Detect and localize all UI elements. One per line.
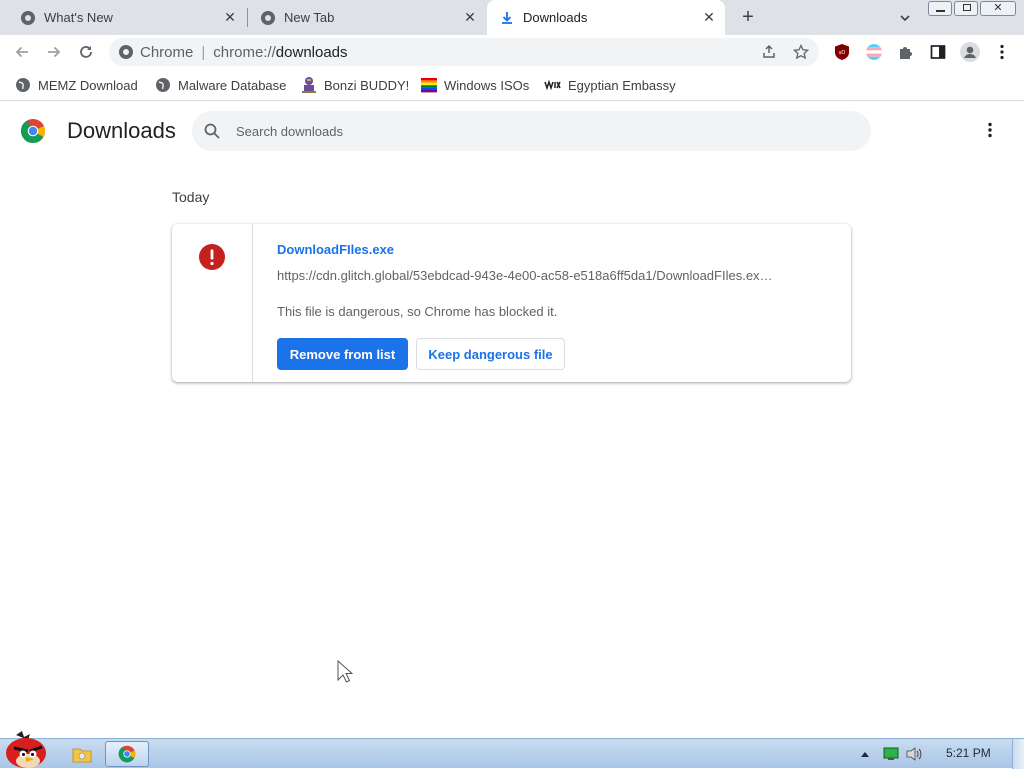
tab-title: Downloads <box>523 10 588 25</box>
globe-icon <box>16 78 30 92</box>
downloads-header: Downloads <box>0 102 1024 160</box>
reload-button[interactable] <box>74 40 98 64</box>
window-controls: ✕ <box>928 1 1018 17</box>
taskbar: 5:21 PM <box>0 731 1024 769</box>
bookmarks-bar: MEMZ Download Malware Database Bonzi BUD… <box>0 69 1024 101</box>
tab-search-chevron-icon[interactable] <box>896 9 914 27</box>
restore-button[interactable] <box>954 1 978 16</box>
trans-flag-extension-button[interactable] <box>862 40 886 64</box>
site-label: Chrome <box>140 43 194 61</box>
bookmark-windows-isos[interactable]: Windows ISOs <box>421 75 529 95</box>
window-close-button[interactable]: ✕ <box>980 1 1016 16</box>
show-hidden-icons-chevron-icon[interactable] <box>860 750 870 758</box>
bookmark-label: Malware Database <box>178 77 287 93</box>
tab-title: New Tab <box>284 10 335 25</box>
new-tab-plus-icon[interactable]: + <box>738 7 758 28</box>
search-box[interactable] <box>192 111 871 151</box>
tab-strip: What's New ✕ New Tab ✕ Downloads ✕ + ✕ <box>0 0 1024 35</box>
bookmark-label: MEMZ Download <box>38 77 138 93</box>
tab-new-tab[interactable]: New Tab ✕ <box>248 0 486 35</box>
chrome-logo-icon <box>20 119 46 144</box>
bookmark-memz-download[interactable]: MEMZ Download <box>15 75 138 95</box>
chrome-logo-icon <box>118 745 136 763</box>
minimize-button[interactable] <box>928 1 952 16</box>
page-title: Downloads <box>67 118 176 143</box>
ublock-extension-button[interactable]: uO <box>830 40 854 64</box>
forward-arrow-icon <box>48 46 61 58</box>
minimize-icon <box>935 10 945 12</box>
file-url[interactable]: https://cdn.glitch.global/53ebdcad-943e-… <box>277 268 777 283</box>
bookmark-label: Windows ISOs <box>444 77 530 93</box>
side-panel-button[interactable] <box>926 40 950 64</box>
file-name-link[interactable]: DownloadFIles.exe <box>277 242 394 257</box>
close-icon[interactable]: ✕ <box>222 9 238 25</box>
remove-from-list-button[interactable]: Remove from list <box>277 338 408 370</box>
tab-whats-new[interactable]: What's New ✕ <box>8 0 246 35</box>
bookmark-bonzi-buddy[interactable]: Bonzi BUDDY! <box>301 75 409 95</box>
forward-button[interactable] <box>42 40 66 64</box>
profile-avatar-icon <box>960 42 980 62</box>
taskbar-chrome-button[interactable] <box>105 741 149 767</box>
tab-downloads[interactable]: Downloads ✕ <box>487 0 725 35</box>
close-icon[interactable]: ✕ <box>462 9 478 25</box>
mouse-cursor-icon <box>337 660 353 683</box>
download-item-card: DownloadFIles.exe https://cdn.glitch.glo… <box>172 224 851 382</box>
wix-icon <box>544 79 561 91</box>
angry-bird-start-icon[interactable] <box>2 731 50 769</box>
globe-icon <box>156 78 170 92</box>
back-button[interactable] <box>10 40 34 64</box>
keep-dangerous-file-button[interactable]: Keep dangerous file <box>416 338 565 370</box>
bookmark-malware-database[interactable]: Malware Database <box>155 75 286 95</box>
bookmark-star-icon[interactable] <box>793 44 809 60</box>
svg-text:uO: uO <box>839 50 846 56</box>
share-icon[interactable] <box>761 44 777 60</box>
chrome-globe-icon <box>119 45 133 59</box>
date-heading: Today <box>172 189 210 205</box>
back-arrow-icon <box>15 46 28 58</box>
chrome-menu-button[interactable] <box>990 40 1014 64</box>
address-bar[interactable]: Chrome | chrome://downloads <box>109 38 819 66</box>
downloads-menu-button[interactable] <box>982 122 998 140</box>
more-vert-icon <box>1000 44 1004 60</box>
restore-icon <box>963 4 971 11</box>
bonzi-icon <box>302 77 316 93</box>
download-icon <box>502 11 512 24</box>
url-path: downloads <box>275 43 348 61</box>
show-desktop-button[interactable] <box>1012 739 1024 769</box>
side-panel-icon <box>930 45 946 59</box>
trans-flag-circle-icon <box>866 44 882 60</box>
bookmark-label: Egyptian Embassy <box>568 77 676 93</box>
volume-icon[interactable] <box>905 746 923 762</box>
chrome-globe-icon <box>21 10 35 25</box>
reload-icon <box>80 46 92 58</box>
close-icon[interactable]: ✕ <box>701 9 717 25</box>
taskbar-clock[interactable]: 5:21 PM <box>946 746 991 760</box>
bookmark-label: Bonzi BUDDY! <box>324 77 410 93</box>
search-input[interactable] <box>236 121 836 141</box>
profile-button[interactable] <box>958 40 982 64</box>
extensions-button[interactable] <box>894 40 918 64</box>
search-icon <box>204 123 220 139</box>
tab-title: What's New <box>44 10 113 25</box>
danger-warning-icon <box>199 244 225 270</box>
ublock-icon: uO <box>835 44 849 60</box>
chrome-globe-icon <box>261 10 275 25</box>
url-divider: | <box>201 43 206 61</box>
browser-toolbar: Chrome | chrome://downloads uO <box>0 35 1024 69</box>
bookmark-egyptian-embassy[interactable]: Egyptian Embassy <box>544 75 676 95</box>
puzzle-icon <box>900 47 912 59</box>
url-scheme: chrome:// <box>213 43 276 61</box>
rainbow-flag-icon <box>421 78 437 93</box>
card-divider <box>252 224 253 382</box>
danger-status-text: This file is dangerous, so Chrome has bl… <box>277 304 558 319</box>
network-icon[interactable] <box>882 747 900 761</box>
more-vert-icon <box>988 122 992 138</box>
explorer-folder-icon[interactable] <box>72 745 92 763</box>
